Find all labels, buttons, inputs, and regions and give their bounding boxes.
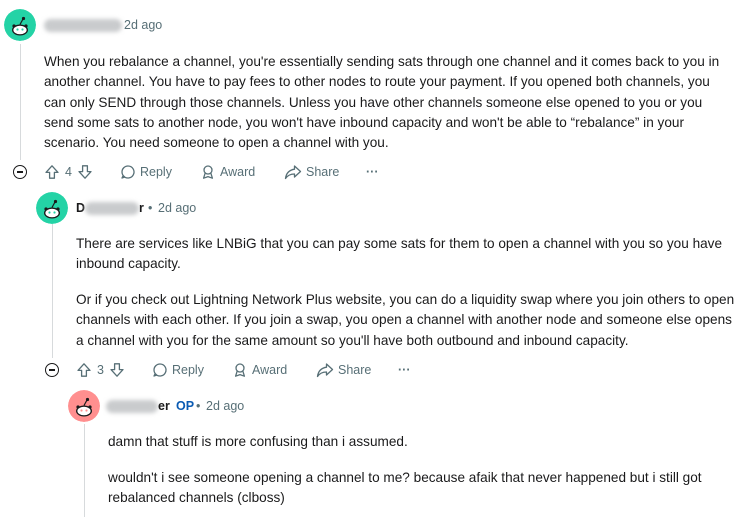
comment-paragraph: damn that stuff is more confusing than i… [108, 434, 408, 449]
avatar[interactable] [36, 192, 68, 224]
reply-button[interactable]: Reply [120, 161, 172, 183]
share-label: Share [306, 165, 340, 179]
more-icon: ··· [398, 363, 411, 377]
avatar[interactable] [68, 390, 100, 422]
award-icon [234, 363, 246, 377]
collapse-icon[interactable] [13, 165, 27, 179]
award-label: Award [252, 363, 288, 377]
meta-separator: • [148, 201, 153, 215]
upvote-button[interactable]: 3 [76, 359, 125, 381]
more-options-button[interactable]: ··· [398, 359, 411, 381]
comment-icon [121, 165, 135, 179]
avatar[interactable] [4, 9, 36, 41]
thread-line[interactable] [52, 224, 53, 358]
username-redacted[interactable] [106, 400, 158, 413]
op-badge: OP [176, 399, 195, 413]
share-button[interactable]: Share [284, 161, 339, 183]
username-redacted[interactable] [44, 19, 122, 32]
reply-label: Reply [140, 165, 172, 179]
downvote-icon[interactable] [109, 362, 125, 378]
comment-icon [153, 363, 167, 377]
username-redacted[interactable] [85, 202, 139, 215]
username-initial[interactable]: D [76, 201, 85, 215]
comment-paragraph: When you rebalance a channel, you're ess… [44, 54, 720, 151]
share-button[interactable]: Share [316, 359, 371, 381]
comment-paragraph: There are services like LNBiG that you c… [76, 236, 723, 272]
timestamp: 2d ago [206, 399, 245, 413]
collapse-icon[interactable] [45, 363, 59, 377]
upvote-icon [77, 363, 91, 377]
share-icon [316, 363, 334, 378]
thread-line[interactable] [20, 44, 21, 160]
award-icon [202, 165, 214, 179]
timestamp: 2d ago [158, 201, 197, 215]
reply-label: Reply [172, 363, 204, 377]
reply-button[interactable]: Reply [152, 359, 204, 381]
award-button[interactable]: Award [232, 359, 287, 381]
share-label: Share [338, 363, 372, 377]
comment-body: There are services like LNBiG that you c… [76, 234, 736, 351]
vote-count: 3 [97, 363, 104, 377]
comment-actions: 4 Reply Award Share ··· [44, 161, 404, 183]
upvote-icon [45, 165, 59, 179]
comment-paragraph: Or if you check out Lightning Network Pl… [76, 292, 735, 348]
username-suffix[interactable]: er [158, 399, 170, 413]
vote-count: 4 [65, 165, 72, 179]
share-icon [284, 165, 302, 180]
thread-line[interactable] [84, 424, 85, 517]
comment-body: damn that stuff is more confusing than i… [108, 432, 738, 508]
more-options-button[interactable]: ··· [366, 161, 379, 183]
upvote-button[interactable]: 4 [44, 161, 93, 183]
more-icon: ··· [366, 165, 379, 179]
award-label: Award [220, 165, 256, 179]
comment-body: When you rebalance a channel, you're ess… [44, 52, 734, 153]
timestamp: 2d ago [124, 18, 163, 32]
downvote-icon[interactable] [77, 164, 93, 180]
username-suffix[interactable]: r [139, 201, 144, 215]
award-button[interactable]: Award [200, 161, 255, 183]
comment-paragraph: wouldn't i see someone opening a channel… [108, 469, 702, 506]
meta-separator: • [196, 399, 201, 413]
comment-actions: 3 Reply Award Share ··· [76, 359, 436, 381]
